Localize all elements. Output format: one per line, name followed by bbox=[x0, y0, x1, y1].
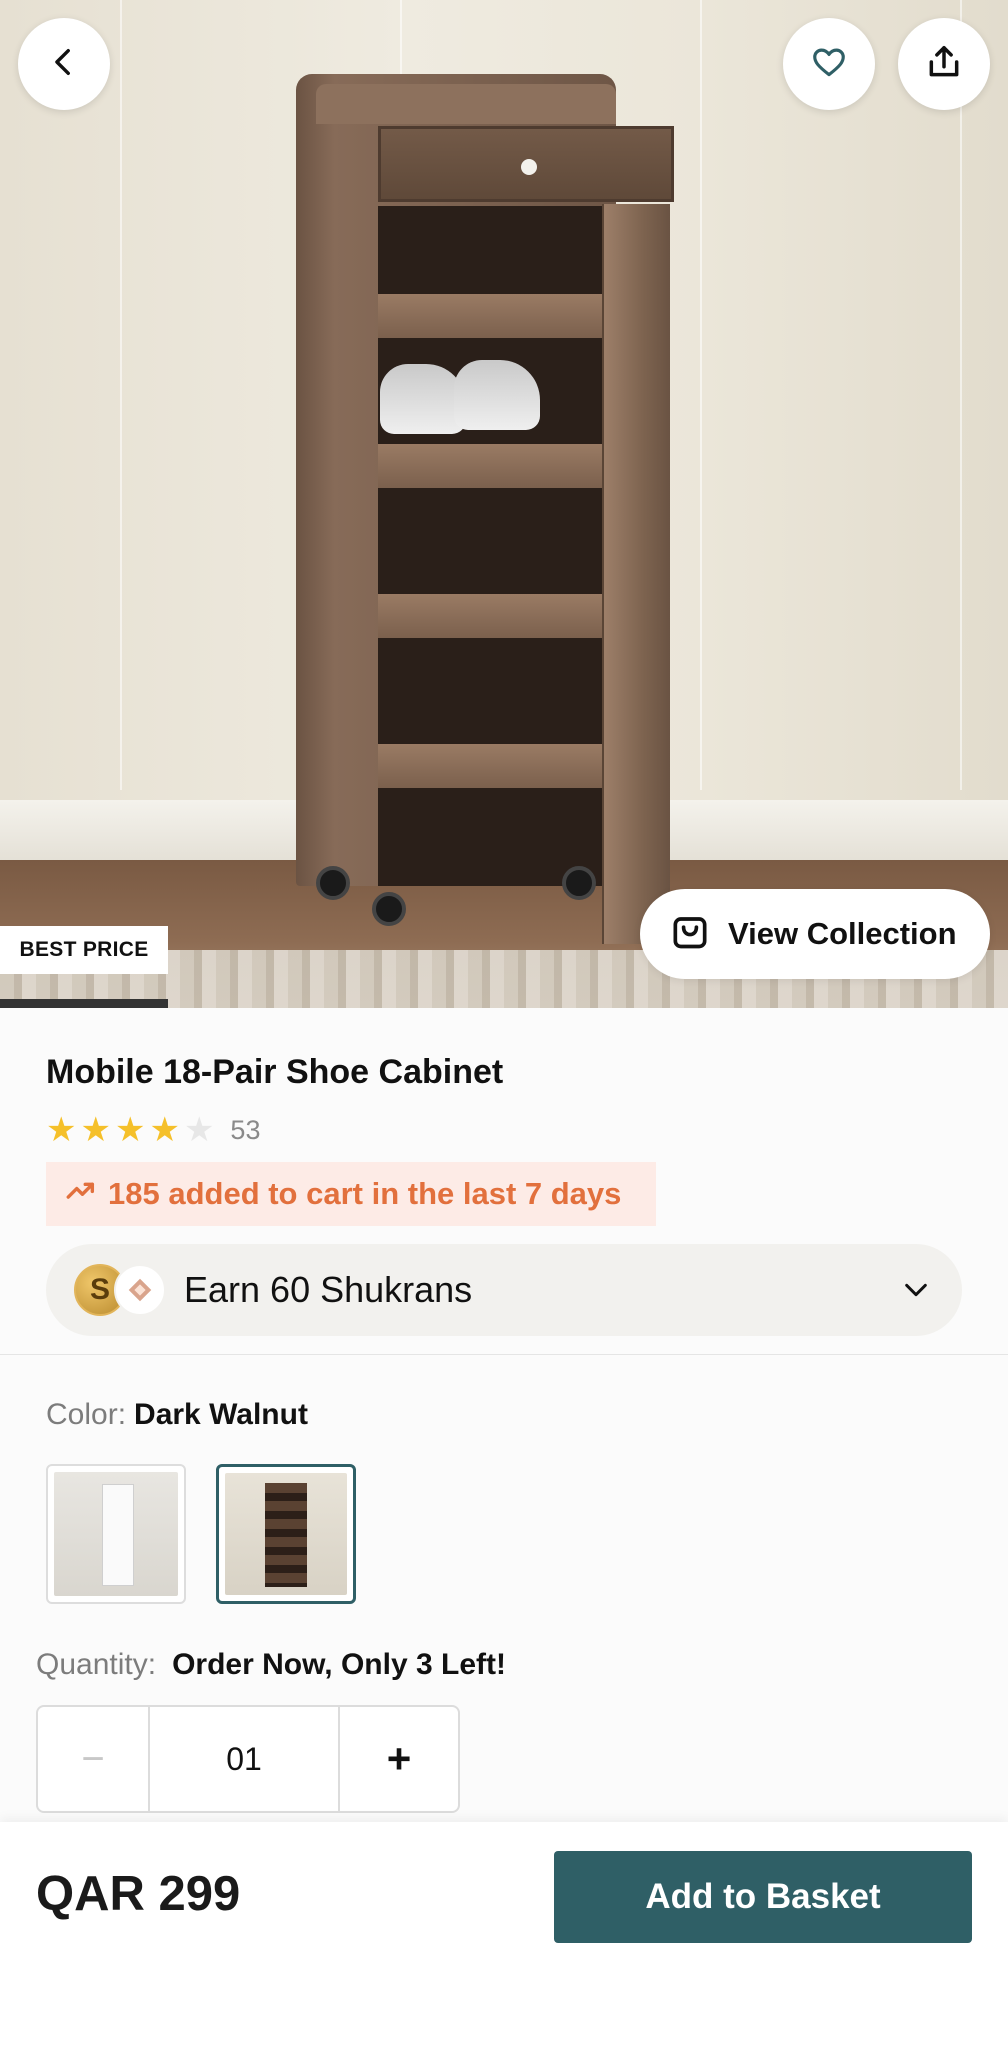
share-icon bbox=[925, 43, 963, 86]
star-icon: ★ bbox=[114, 1111, 146, 1149]
back-arrow-icon bbox=[47, 45, 81, 84]
product-title: Mobile 18-Pair Shoe Cabinet bbox=[46, 1053, 504, 1091]
wall-panel-line bbox=[700, 0, 702, 790]
cart-trend-banner: 185 added to cart in the last 7 days bbox=[46, 1162, 656, 1226]
section-divider bbox=[0, 1354, 1008, 1355]
product-photo-cabinet bbox=[296, 74, 688, 944]
color-selector-label: Color: Dark Walnut bbox=[46, 1398, 308, 1432]
product-rating[interactable]: ★ ★ ★ ★ ★ 53 bbox=[46, 1113, 260, 1147]
trending-up-icon bbox=[64, 1173, 98, 1215]
quantity-stepper[interactable]: − 01 + bbox=[36, 1705, 460, 1813]
star-icon: ★ bbox=[46, 1111, 77, 1149]
review-count: 53 bbox=[230, 1114, 261, 1145]
decrease-quantity-button[interactable]: − bbox=[38, 1707, 150, 1811]
swatch-thumbnail bbox=[54, 1472, 178, 1596]
view-collection-button[interactable]: View Collection bbox=[640, 889, 990, 979]
best-price-badge: BEST PRICE bbox=[0, 926, 168, 974]
star-icon: ★ bbox=[149, 1111, 180, 1149]
back-button[interactable] bbox=[18, 18, 110, 110]
gallery-progress-indicator bbox=[0, 999, 168, 1008]
swatch-thumbnail bbox=[225, 1473, 347, 1595]
share-button[interactable] bbox=[898, 18, 990, 110]
stock-message: Order Now, Only 3 Left! bbox=[172, 1648, 506, 1681]
quantity-label-row: Quantity: Order Now, Only 3 Left! bbox=[36, 1648, 506, 1682]
heart-icon bbox=[810, 43, 848, 86]
view-collection-label: View Collection bbox=[728, 916, 957, 951]
color-value: Dark Walnut bbox=[134, 1398, 308, 1431]
shukran-label: Earn 60 Shukrans bbox=[184, 1269, 473, 1310]
star-icon: ★ bbox=[80, 1111, 111, 1149]
bag-icon bbox=[668, 908, 712, 960]
color-label: Color: bbox=[46, 1398, 127, 1431]
diamond-icon bbox=[114, 1264, 166, 1316]
bottom-purchase-bar: QAR 299 Add to Basket bbox=[0, 1822, 1008, 2048]
wall-panel-line bbox=[120, 0, 122, 790]
quantity-label: Quantity: bbox=[36, 1648, 157, 1681]
color-swatch-white[interactable] bbox=[46, 1464, 186, 1604]
color-swatch-dark-walnut[interactable] bbox=[216, 1464, 356, 1604]
chevron-down-icon bbox=[900, 1274, 932, 1311]
star-icon: ★ bbox=[183, 1111, 215, 1149]
product-image-gallery[interactable]: BEST PRICE View Collection bbox=[0, 0, 1008, 1008]
quantity-value: 01 bbox=[150, 1707, 340, 1811]
product-price: QAR 299 bbox=[36, 1867, 241, 1921]
increase-quantity-button[interactable]: + bbox=[340, 1707, 458, 1811]
shukran-rewards-dropdown[interactable]: S Earn 60 Shukrans bbox=[46, 1244, 962, 1336]
cart-trend-text: 185 added to cart in the last 7 days bbox=[108, 1176, 622, 1211]
wishlist-button[interactable] bbox=[783, 18, 875, 110]
wall-panel-line bbox=[960, 0, 962, 790]
add-to-basket-button[interactable]: Add to Basket bbox=[554, 1851, 972, 1943]
